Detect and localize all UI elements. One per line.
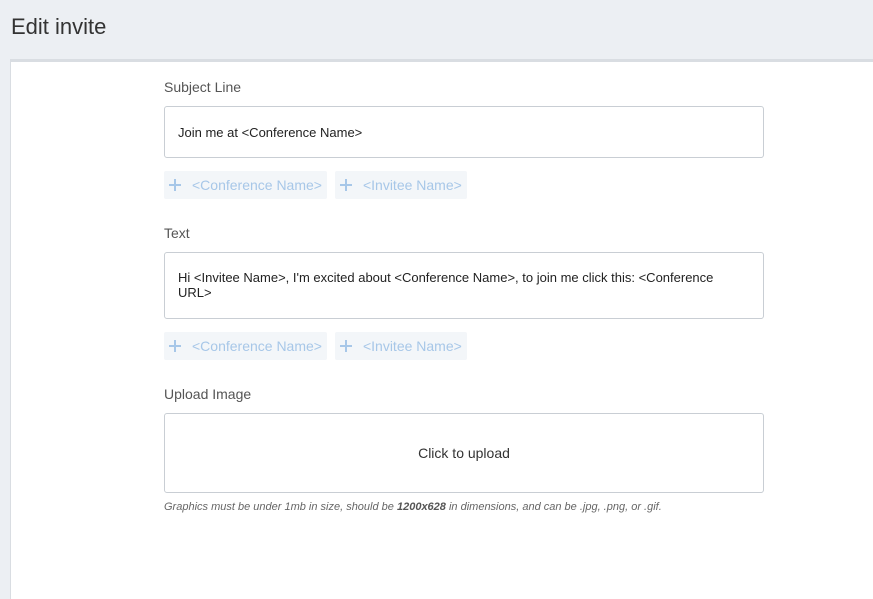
subject-token-bar: <Conference Name> <Invitee Name> [164,171,467,199]
text-insert-invitee-name-button[interactable]: <Invitee Name> [334,332,467,360]
subject-insert-conference-name-button[interactable]: <Conference Name> [164,171,327,199]
page-title: Edit invite [11,14,107,39]
plus-icon [339,178,353,192]
plus-icon [339,339,353,353]
upload-image-label: Upload Image [164,386,252,402]
upload-hint-dimensions: 1200x628 [396,501,446,513]
token-label: <Invitee Name> [362,177,462,193]
subject-insert-invitee-name-button[interactable]: <Invitee Name> [334,171,467,199]
token-label: <Conference Name> [192,338,322,354]
upload-hint: Graphics must be under 1mb in size, shou… [164,501,662,513]
page-header: Edit invite [0,0,873,60]
subject-line-label: Subject Line [164,79,242,95]
upload-hint-prefix: Graphics must be under 1mb in size, shou… [164,501,397,513]
token-label: <Conference Name> [192,177,322,193]
text-input[interactable]: Hi <Invitee Name>, I'm excited about <Co… [164,252,764,319]
upload-hint-suffix: in dimensions, and can be .jpg, .png, or… [445,501,662,513]
upload-image-dropzone[interactable]: Click to upload [164,413,764,493]
text-token-bar: <Conference Name> <Invitee Name> [164,332,467,360]
text-label: Text [164,225,190,241]
token-label: <Invitee Name> [362,338,462,354]
upload-button-label: Click to upload [418,445,510,461]
plus-icon [168,339,182,353]
subject-line-input[interactable]: Join me at <Conference Name> [164,106,764,158]
text-insert-conference-name-button[interactable]: <Conference Name> [164,332,327,360]
edit-invite-panel: Subject Line Join me at <Conference Name… [10,59,873,599]
plus-icon [168,178,182,192]
